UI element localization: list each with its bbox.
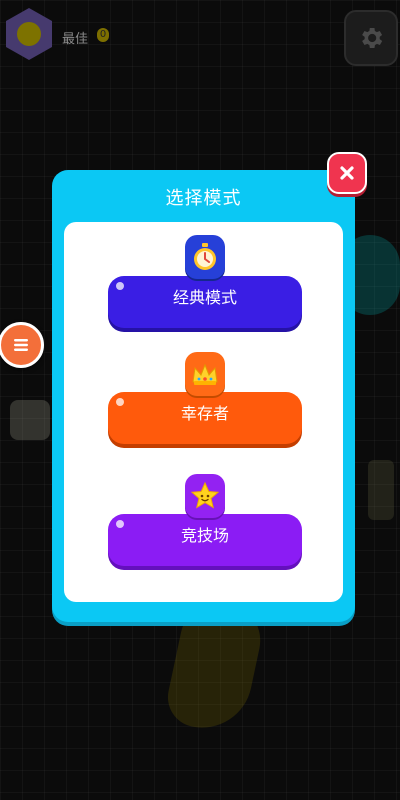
avatar-face [17, 22, 41, 46]
gear-icon [362, 27, 383, 49]
dialog-title: 选择模式 [165, 188, 242, 209]
best-score-value: 0 [97, 28, 109, 42]
classic-mode-label: 经典模式 [172, 288, 237, 307]
classic-mode-button[interactable]: 经典模式 [108, 276, 302, 328]
star-icon [185, 474, 225, 518]
settings-button[interactable] [344, 10, 398, 66]
stopwatch-icon [185, 235, 225, 279]
side-menu-button[interactable] [0, 322, 44, 368]
crown-icon [185, 352, 225, 396]
background-game-piece [368, 460, 394, 520]
best-score-label: 最佳 [62, 32, 89, 47]
survivor-mode-button[interactable]: 幸存者 [108, 392, 302, 444]
arena-mode-button[interactable]: 竞技场 [108, 514, 302, 566]
arena-mode-label: 竞技场 [180, 526, 229, 545]
survivor-mode-label: 幸存者 [180, 404, 229, 423]
menu-icon [14, 339, 28, 351]
close-icon [340, 166, 354, 180]
background-game-piece [10, 400, 50, 440]
close-button[interactable] [327, 152, 367, 194]
